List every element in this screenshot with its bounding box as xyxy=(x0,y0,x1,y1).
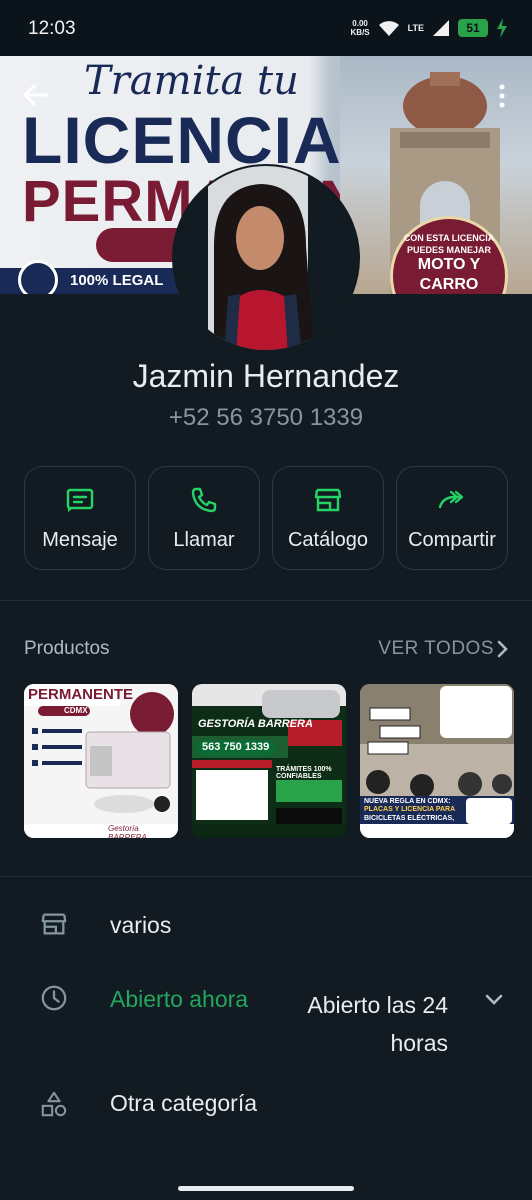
store-icon xyxy=(41,913,67,935)
back-arrow-icon[interactable] xyxy=(20,80,50,110)
battery-indicator: 51 xyxy=(458,19,488,37)
store-icon xyxy=(314,488,342,511)
catalog-button[interactable]: Catálogo xyxy=(272,466,384,570)
message-button[interactable]: Mensaje xyxy=(24,466,136,570)
lte-indicator: LTE xyxy=(407,23,424,33)
wifi-icon xyxy=(378,21,399,36)
banner-licencia: LICENCIA xyxy=(22,103,342,177)
share-icon xyxy=(438,490,464,508)
business-profile-screen: 12:03 0.00 KB/S LTE 51 Tramita tu LICENC… xyxy=(0,0,532,1200)
status-time: 12:03 xyxy=(28,18,76,39)
profile-name: Jazmin Hernandez xyxy=(132,358,400,394)
signal-icon xyxy=(433,20,449,36)
charging-icon xyxy=(497,18,507,38)
action-buttons: Mensaje Llamar Catálogo Compartir xyxy=(24,466,508,570)
shield-check-icon xyxy=(18,260,58,294)
message-button-label: Mensaje xyxy=(42,528,118,551)
message-icon xyxy=(66,488,94,512)
product-card[interactable]: NUEVA REGLA EN CDMX: PLACAS Y LICENCIA P… xyxy=(360,684,514,838)
home-indicator[interactable] xyxy=(178,1186,354,1191)
hours-text: Abierto las 24 horas xyxy=(307,992,448,1056)
product-carousel: PERMANENTE CDMX Gestoría BARRERA GESTORÍ… xyxy=(24,684,514,838)
other-category-row[interactable]: Otra categoría xyxy=(0,1086,532,1126)
product-image xyxy=(24,684,178,838)
profile-avatar[interactable] xyxy=(172,164,360,352)
products-title: Productos xyxy=(24,638,110,659)
shapes-icon xyxy=(41,1091,67,1117)
share-button-label: Compartir xyxy=(408,528,496,551)
avatar-photo xyxy=(174,166,358,350)
open-now-status: Abierto ahora xyxy=(110,986,249,1012)
call-button-label: Llamar xyxy=(173,528,235,551)
product-image xyxy=(192,684,346,838)
chevron-right-icon[interactable] xyxy=(494,640,510,658)
see-all-link[interactable]: VER TODOS xyxy=(378,638,494,660)
category-row[interactable]: varios xyxy=(0,908,532,948)
more-options-icon[interactable] xyxy=(498,84,506,108)
other-category-text: Otra categoría xyxy=(110,1090,258,1116)
banner-heading: Tramita tu xyxy=(84,58,299,104)
catalog-button-label: Catálogo xyxy=(287,528,369,551)
phone-icon xyxy=(191,487,217,512)
network-speed: 0.00 KB/S xyxy=(350,19,370,37)
profile-phone[interactable]: +52 56 3750 1339 xyxy=(0,404,532,432)
product-card[interactable]: PERMANENTE CDMX Gestoría BARRERA xyxy=(24,684,178,838)
divider xyxy=(0,876,532,877)
status-icons: 0.00 KB/S LTE 51 xyxy=(351,18,508,38)
product-card[interactable]: GESTORÍA BARRERA 563 750 1339 TRÁMITES 1… xyxy=(192,684,346,838)
status-bar: 12:03 0.00 KB/S LTE 51 xyxy=(0,0,532,56)
call-button[interactable]: Llamar xyxy=(148,466,260,570)
clock-icon xyxy=(41,985,67,1011)
chevron-down-icon[interactable] xyxy=(484,990,504,1010)
category-text: varios xyxy=(110,912,172,938)
divider xyxy=(0,600,532,601)
share-button[interactable]: Compartir xyxy=(396,466,508,570)
